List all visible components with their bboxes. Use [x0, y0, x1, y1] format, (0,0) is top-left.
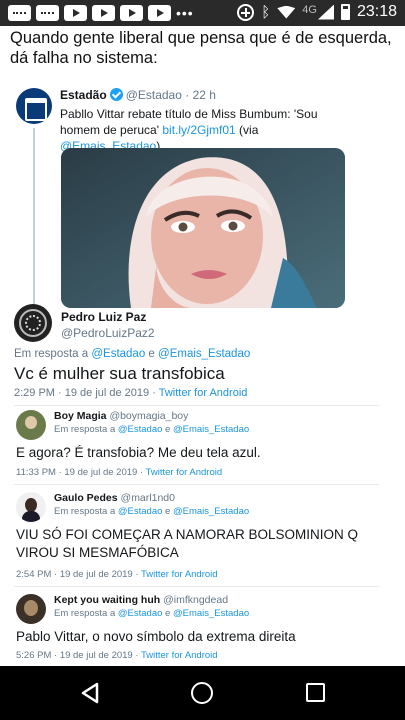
verified-icon: [109, 88, 123, 101]
tweet-meta: 11:33 PM · 19 de jul de 2019 · Twitter f…: [16, 467, 222, 478]
youtube-icon: [64, 5, 87, 21]
youtube-icon: [120, 5, 143, 21]
tweet-meta: 2:29 PM · 19 de jul de 2019 · Twitter fo…: [14, 387, 247, 399]
reply-to-line: Em resposta a @Estadao e @Emais_Estadao: [54, 506, 249, 517]
mention-link[interactable]: @Estadao: [118, 424, 163, 435]
signal-icon: [317, 4, 334, 20]
client-link[interactable]: Twitter for Android: [146, 467, 223, 478]
author-handle[interactable]: @boymagia_boy: [109, 410, 188, 422]
thread-line: [33, 128, 35, 312]
tweet-meta: 5:26 PM · 19 de jul de 2019 · Twitter fo…: [16, 650, 218, 661]
client-link[interactable]: Twitter for Android: [141, 650, 218, 661]
reply-tweet[interactable]: Boy Magia @boymagia_boy Em resposta a @E…: [14, 406, 394, 490]
tweet-text: E agora? É transfobia? Me deu tela azul.: [16, 445, 261, 460]
reply-joiner: e: [162, 424, 173, 435]
reply-joiner: e: [162, 506, 173, 517]
system-icons: ᛒ 4G 23:18: [237, 3, 397, 21]
mention-link[interactable]: @Estadao: [91, 348, 145, 360]
reply-tweet[interactable]: Gaulo Pedes @marl1nd0 Em resposta a @Est…: [14, 488, 394, 588]
youtube-icon: [92, 5, 115, 21]
message-icon: [8, 5, 31, 21]
mention-link[interactable]: @Emais_Estadao: [173, 424, 249, 435]
divider: [14, 586, 379, 587]
tweet-header: Kept you waiting huh @imfkngdead: [54, 594, 228, 606]
pedro-avatar[interactable]: [14, 304, 52, 342]
author-handle[interactable]: @marl1nd0: [121, 492, 175, 504]
youtube-icon: [148, 5, 171, 21]
recents-icon[interactable]: [306, 683, 325, 702]
author-handle[interactable]: @imfkngdead: [163, 594, 228, 606]
tweet-header: Estadão @Estadao · 22 h: [60, 88, 216, 102]
more-dots-icon: •••: [176, 5, 194, 21]
mention-link[interactable]: @Emais_Estadao: [173, 608, 249, 619]
tweet-text: VIU SÓ FOI COMEÇAR A NAMORAR BOLSOMINION…: [16, 527, 359, 560]
client-link[interactable]: Twitter for Android: [141, 569, 218, 580]
via-text: (via: [235, 123, 259, 137]
notification-icons: •••: [8, 5, 194, 21]
author-handle[interactable]: @Estadao: [126, 88, 182, 102]
client-link[interactable]: Twitter for Android: [159, 387, 248, 399]
reply-to-line: Em resposta a @Estadao e @Emais_Estadao: [54, 424, 249, 435]
tweet-link[interactable]: bit.ly/2Gjmf01: [162, 123, 235, 137]
back-icon[interactable]: [80, 682, 100, 704]
author-name[interactable]: Boy Magia: [54, 410, 107, 422]
tweet-timestamp: 2:29 PM · 19 de jul de 2019 ·: [14, 387, 159, 399]
tweet-timestamp: 5:26 PM · 19 de jul de 2019 ·: [16, 650, 141, 661]
author-name[interactable]: Kept you waiting huh: [54, 594, 160, 606]
mention-link[interactable]: @Emais_Estadao: [158, 348, 250, 360]
reply-prefix: Em resposta a: [54, 506, 118, 517]
kept-you-waiting-avatar[interactable]: [16, 594, 46, 624]
status-bar: ••• ᛒ 4G 23:18: [0, 0, 405, 26]
tweet-text: Vc é mulher sua transfobica: [14, 364, 225, 383]
reply-prefix: Em resposta a: [14, 348, 92, 360]
reply-joiner: e: [145, 348, 159, 360]
message-icon: [36, 5, 59, 21]
tweet-timestamp: 11:33 PM · 19 de jul de 2019 ·: [16, 467, 146, 478]
tweet-photo[interactable]: [61, 148, 345, 308]
network-type: 4G: [302, 4, 317, 16]
clock: 23:18: [356, 3, 397, 20]
mention-link[interactable]: @Estadao: [118, 608, 163, 619]
mention-link[interactable]: @Emais_Estadao: [173, 506, 249, 517]
gaulo-pedes-avatar[interactable]: [16, 492, 46, 522]
tweet-meta: 2:54 PM · 19 de jul de 2019 · Twitter fo…: [16, 569, 218, 580]
reply-to-line: Em resposta a @Estadao e @Emais_Estadao: [14, 348, 250, 360]
tweet-time: · 22 h: [185, 88, 216, 102]
estadao-avatar[interactable]: [16, 88, 52, 124]
author-name[interactable]: Pedro Luiz Paz: [61, 310, 146, 324]
reply-prefix: Em resposta a: [54, 608, 118, 619]
tweet-header: Boy Magia @boymagia_boy: [54, 410, 188, 422]
author-name[interactable]: Gaulo Pedes: [54, 492, 118, 504]
reply-joiner: e: [162, 608, 173, 619]
author-handle[interactable]: @PedroLuizPaz2: [61, 326, 155, 340]
bluetooth-icon: ᛒ: [261, 3, 271, 21]
portrait-photo: [61, 148, 345, 308]
tweet-header: Gaulo Pedes @marl1nd0: [54, 492, 175, 504]
tweet-text: Pablo Vittar, o novo símbolo da extrema …: [16, 629, 296, 644]
reply-tweet[interactable]: Kept you waiting huh @imfkngdead Em resp…: [14, 590, 394, 674]
reply-prefix: Em resposta a: [54, 424, 118, 435]
tweet-timestamp: 2:54 PM · 19 de jul de 2019 ·: [16, 569, 141, 580]
tweet-text: Pabllo Vittar rebate título de Miss Bumb…: [60, 106, 360, 154]
data-saver-icon: [237, 3, 255, 21]
mention-link[interactable]: @Estadao: [118, 506, 163, 517]
navigation-bar: [0, 666, 405, 720]
post-caption: Quando gente liberal que pensa que é de …: [10, 29, 392, 67]
reply-to-line: Em resposta a @Estadao e @Emais_Estadao: [54, 608, 249, 619]
tweet-thread-screenshot: Estadão @Estadao · 22 h Pabllo Vittar reb…: [0, 70, 405, 666]
home-icon[interactable]: [191, 682, 213, 704]
wifi-icon: [277, 5, 296, 19]
author-name[interactable]: Estadão: [60, 88, 107, 102]
boy-magia-avatar[interactable]: [16, 410, 46, 440]
battery-icon: [340, 4, 350, 20]
divider: [14, 484, 379, 485]
